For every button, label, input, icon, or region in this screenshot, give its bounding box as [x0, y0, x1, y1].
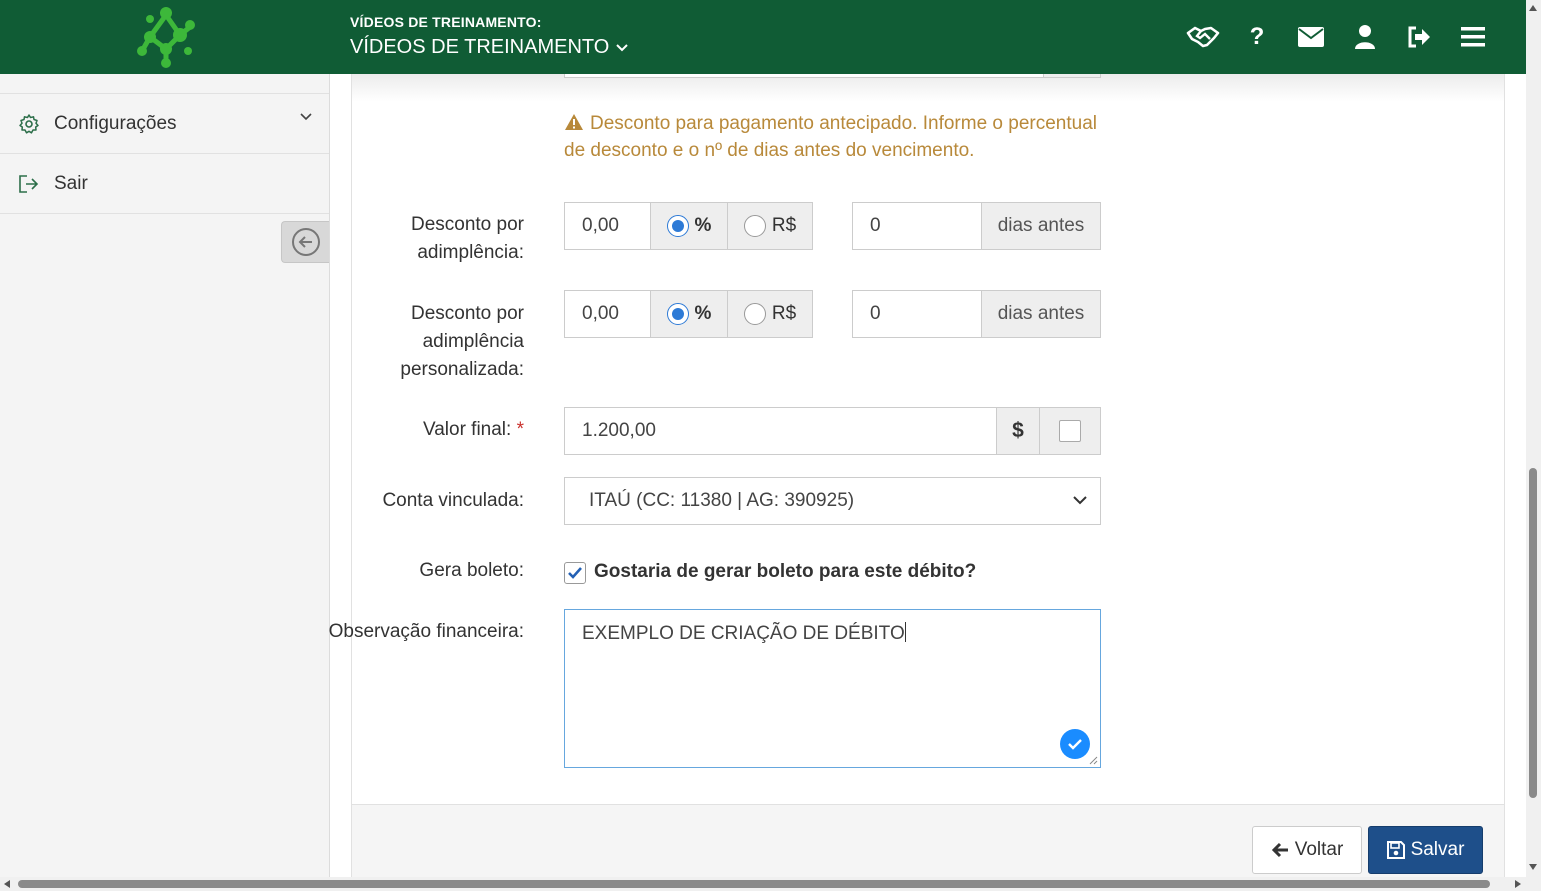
header-title-dropdown[interactable]: VÍDEOS DE TREINAMENTO [350, 36, 629, 59]
main-content: Desconto para pagamento antecipado. Info… [329, 70, 1526, 877]
label-desconto-adimplencia: Desconto por adimplência: [410, 214, 524, 263]
top-header: VÍDEOS DE TREINAMENTO: VÍDEOS DE TREINAM… [0, 0, 1526, 74]
textarea-value: EXEMPLO DE CRIAÇÃO DE DÉBITO [582, 623, 905, 644]
menu-icon[interactable] [1446, 20, 1500, 54]
save-button-label: Salvar [1410, 839, 1465, 860]
observacao-textarea[interactable]: EXEMPLO DE CRIAÇÃO DE DÉBITO [564, 609, 1101, 768]
required-mark: * [516, 419, 524, 440]
sidebar-collapse-button[interactable] [281, 221, 329, 263]
label-desconto-personalizada: Desconto por adimplência personalizada: [400, 303, 524, 380]
gera-boleto-checkbox[interactable] [564, 562, 586, 584]
logo-icon [137, 7, 195, 68]
radio-percent-dot [666, 303, 689, 325]
valor-final-input[interactable]: 1.200,00 [564, 407, 997, 455]
sidebar: Configurações Sair [0, 74, 330, 877]
sidebar-item-label: Sair [54, 172, 88, 194]
help-icon[interactable]: ? [1230, 20, 1284, 54]
label-conta-vinculada: Conta vinculada: [382, 490, 524, 511]
user-icon[interactable] [1338, 20, 1392, 54]
scroll-right-arrow-icon[interactable] [1515, 880, 1521, 888]
discount-value-input[interactable]: 0,00 [564, 202, 651, 250]
radio-percent-dot [666, 215, 689, 237]
mail-icon[interactable] [1284, 20, 1338, 54]
vertical-scroll-thumb[interactable] [1529, 468, 1537, 798]
chevron-down-icon [300, 113, 312, 121]
arrow-left-icon [1271, 842, 1288, 858]
label-observacao: Observação financeira: [328, 621, 524, 642]
valor-final-checkbox[interactable] [1059, 420, 1081, 442]
sidebar-item-sair[interactable]: Sair [0, 154, 329, 214]
logo[interactable] [0, 0, 330, 74]
sidebar-item-label: Configurações [54, 112, 177, 134]
text-cursor [904, 622, 906, 642]
handshake-icon[interactable] [1176, 20, 1230, 54]
scroll-up-arrow-icon[interactable] [1529, 5, 1537, 11]
radio-percent[interactable]: % [650, 202, 728, 250]
radio-percent[interactable]: % [650, 290, 728, 338]
chevron-down-icon [616, 43, 629, 51]
header-title: VÍDEOS DE TREINAMENTO [350, 36, 610, 58]
sidebar-item-configuracoes[interactable]: Configurações [0, 94, 329, 154]
gear-icon [18, 113, 40, 135]
valor-final-checkbox-addon[interactable] [1039, 407, 1101, 455]
horizontal-scrollbar[interactable] [0, 877, 1541, 891]
header-actions: ? [1176, 20, 1500, 54]
arrow-left-circle-icon [291, 228, 320, 256]
label-gera-boleto: Gera boleto: [419, 560, 524, 581]
warning-text: Desconto para pagamento antecipado. Info… [564, 113, 1097, 161]
custom-discount-days-input[interactable]: 0 [852, 290, 982, 338]
discount-days-input[interactable]: 0 [852, 202, 982, 250]
floppy-disk-icon [1386, 841, 1405, 859]
days-suffix: dias antes [981, 290, 1101, 338]
warning-icon [565, 114, 583, 130]
grammar-check-icon[interactable] [1060, 729, 1090, 759]
radio-currency[interactable]: R$ [727, 202, 813, 250]
select-value: ITAÚ (CC: 11380 | AG: 390925) [589, 490, 855, 511]
save-button[interactable]: Salvar [1368, 826, 1483, 874]
resize-handle-icon[interactable] [1088, 755, 1098, 765]
sign-out-icon [18, 173, 40, 195]
days-suffix: dias antes [981, 202, 1101, 250]
gera-boleto-label[interactable]: Gostaria de gerar boleto para este débit… [594, 561, 976, 583]
label-valor-final: Valor final: * [422, 419, 524, 440]
back-button-label: Voltar [1294, 839, 1344, 860]
horizontal-scroll-thumb[interactable] [18, 880, 1490, 888]
header-subtitle: VÍDEOS DE TREINAMENTO: [350, 14, 542, 30]
conta-vinculada-select[interactable]: ITAÚ (CC: 11380 | AG: 390925) [564, 477, 1101, 525]
form-footer: Voltar Salvar [352, 805, 1504, 877]
currency-addon: $ [996, 407, 1040, 455]
discount-warning: Desconto para pagamento antecipado. Info… [564, 110, 1104, 164]
vertical-scrollbar[interactable] [1526, 0, 1541, 877]
radio-currency[interactable]: R$ [727, 290, 813, 338]
radio-currency-dot [743, 215, 766, 237]
scroll-down-arrow-icon[interactable] [1529, 864, 1537, 870]
check-icon [568, 567, 582, 579]
logout-icon[interactable] [1392, 20, 1446, 54]
scroll-left-arrow-icon[interactable] [4, 880, 10, 888]
form-panel: Desconto para pagamento antecipado. Info… [329, 70, 1505, 877]
radio-currency-dot [743, 303, 766, 325]
back-button[interactable]: Voltar [1252, 826, 1362, 874]
chevron-down-icon [1073, 496, 1087, 505]
custom-discount-value-input[interactable]: 0,00 [564, 290, 651, 338]
